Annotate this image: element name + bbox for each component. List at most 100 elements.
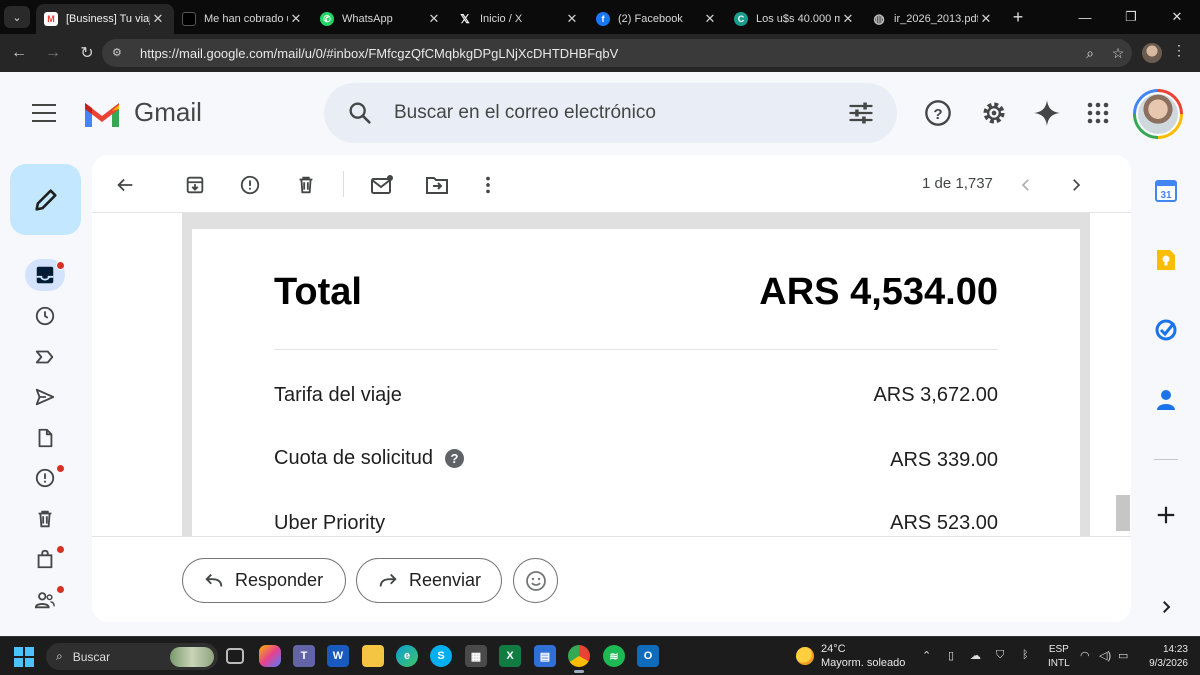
close-icon[interactable]: ✕ (702, 11, 718, 27)
settings-gear-icon[interactable] (979, 98, 1009, 128)
teams-icon[interactable]: T (293, 645, 315, 667)
bookmark-star-icon[interactable]: ☆ (1104, 45, 1132, 62)
edge-icon[interactable]: e (396, 645, 418, 667)
close-icon[interactable]: ✕ (150, 11, 166, 27)
expand-panel-chevron-icon[interactable] (1153, 594, 1179, 620)
account-avatar[interactable] (1133, 89, 1183, 139)
spotify-icon[interactable]: ≋ (603, 645, 625, 667)
search-options-icon[interactable] (847, 99, 875, 127)
file-explorer-icon[interactable] (362, 645, 384, 667)
back-to-inbox-icon[interactable] (112, 172, 138, 198)
minimize-icon[interactable]: — (1062, 0, 1108, 34)
delete-icon[interactable] (293, 172, 319, 198)
browser-tab-news[interactable]: C Los u$s 40.000 millo ✕ (726, 4, 864, 34)
bluetooth-icon[interactable]: ᛒ (1022, 649, 1029, 661)
usb-device-icon[interactable]: ▯ (948, 649, 954, 662)
browser-tab-gmail[interactable]: M [Business] Tu viaje U ✕ (36, 4, 174, 34)
apps-grid-icon[interactable] (1083, 98, 1113, 128)
rail-trash[interactable] (25, 503, 65, 535)
close-icon[interactable]: ✕ (426, 11, 442, 27)
mark-unread-icon[interactable] (369, 172, 395, 198)
taskbar-search-box[interactable]: ⌕ Buscar (46, 643, 218, 670)
tab-search-button[interactable]: ⌄ (4, 6, 30, 28)
restore-icon[interactable]: ❐ (1108, 0, 1154, 34)
layout-code: INTL (1048, 658, 1070, 669)
browser-tab-whatsapp[interactable]: ✆ WhatsApp ✕ (312, 4, 450, 34)
gemini-sparkle-icon[interactable] (1032, 98, 1062, 128)
rail-important[interactable] (25, 341, 65, 373)
browser-tab-pdf[interactable]: ◍ ir_2026_2013.pdf ✕ (864, 4, 1002, 34)
word-icon[interactable]: W (327, 645, 349, 667)
more-options-icon[interactable] (475, 172, 501, 198)
copilot-icon[interactable] (259, 645, 281, 667)
new-tab-button[interactable]: + (1006, 7, 1030, 28)
back-arrow-icon[interactable]: ← (4, 38, 34, 68)
volume-icon[interactable]: ◁) (1099, 649, 1111, 662)
svg-text:?: ? (933, 106, 942, 123)
rail-sent[interactable] (25, 381, 65, 413)
site-info-icon[interactable]: ⚙ (112, 46, 128, 60)
browser-menu-icon[interactable]: ⋮ (1172, 42, 1186, 59)
close-icon[interactable]: ✕ (840, 11, 856, 27)
tray-overflow-chevron-icon[interactable]: ⌃ (922, 649, 931, 662)
main-menu-icon[interactable] (32, 104, 56, 122)
tasks-icon[interactable] (1153, 317, 1179, 343)
calendar-app-icon[interactable]: ▤ (534, 645, 556, 667)
keep-notes-icon[interactable] (1153, 247, 1179, 273)
rail-snoozed[interactable] (25, 300, 65, 332)
forward-arrow-icon (377, 570, 399, 592)
keyboard-language[interactable]: ESP INTL (1048, 643, 1070, 671)
mail-search-bar[interactable]: Buscar en el correo electrónico (324, 83, 897, 143)
zoom-icon[interactable]: ⌕ (1076, 45, 1104, 62)
purchases-badge (56, 545, 65, 554)
address-bar[interactable]: ⚙ https://mail.google.com/mail/u/0/#inbo… (102, 39, 1132, 67)
browser-profile-avatar[interactable] (1142, 43, 1162, 63)
contacts-icon[interactable] (1153, 387, 1179, 413)
help-icon[interactable]: ? (923, 98, 953, 128)
message-scrollbar-thumb[interactable] (1116, 495, 1130, 531)
browser-tab-2[interactable]: Me han cobrado un ✕ (174, 4, 312, 34)
newer-chevron-right-icon[interactable] (1063, 172, 1089, 198)
close-window-icon[interactable]: ✕ (1154, 0, 1200, 34)
excel-icon[interactable]: X (499, 645, 521, 667)
forward-arrow-icon[interactable]: → (38, 38, 68, 68)
chrome-icon[interactable] (568, 645, 590, 673)
move-to-folder-icon[interactable] (424, 172, 450, 198)
wifi-icon[interactable]: ◠ (1080, 649, 1090, 662)
compose-button[interactable] (10, 164, 81, 235)
clock-icon (35, 306, 55, 326)
system-clock[interactable]: 14:23 9/3/2026 (1144, 643, 1188, 671)
browser-tab-x[interactable]: 𝕏 Inicio / X ✕ (450, 4, 588, 34)
reply-button[interactable]: Responder (182, 558, 346, 603)
add-addon-plus-icon[interactable] (1153, 502, 1179, 528)
windows-start-icon[interactable] (14, 647, 34, 667)
fee-row-label: Cuota de solicitud ? (274, 447, 464, 470)
calculator-icon[interactable]: ▦ (465, 645, 487, 667)
outlook-icon[interactable]: O (637, 645, 659, 667)
close-icon[interactable]: ✕ (978, 11, 994, 27)
rail-drafts[interactable] (25, 422, 65, 454)
emoji-reaction-button[interactable] (513, 558, 558, 603)
task-view-icon[interactable] (226, 648, 244, 664)
tab-title: WhatsApp (342, 13, 393, 25)
close-icon[interactable]: ✕ (564, 11, 580, 27)
lang-code: ESP (1048, 644, 1069, 655)
search-icon[interactable] (346, 99, 374, 127)
older-chevron-left-icon[interactable] (1013, 172, 1039, 198)
battery-icon[interactable]: ▭ (1118, 649, 1128, 662)
fare-amount: ARS 3,672.00 (873, 384, 998, 406)
weather-widget[interactable]: 24°C Mayorm. soleado (796, 642, 905, 670)
reload-icon[interactable]: ↻ (72, 38, 102, 68)
report-spam-icon[interactable] (237, 172, 263, 198)
onedrive-icon[interactable]: ☁ (970, 649, 981, 662)
skype-icon[interactable]: S (430, 645, 452, 667)
forward-button[interactable]: Reenviar (356, 558, 502, 603)
browser-toolbar: ← → ↻ ⚙ https://mail.google.com/mail/u/0… (0, 34, 1200, 72)
close-icon[interactable]: ✕ (288, 11, 304, 27)
calendar-icon[interactable]: 31 (1153, 178, 1179, 204)
archive-icon[interactable] (182, 172, 208, 198)
email-body-frame: Total ARS 4,534.00 Tarifa del viaje ARS … (182, 213, 1090, 536)
browser-tab-facebook[interactable]: f (2) Facebook ✕ (588, 4, 726, 34)
help-circle-icon[interactable]: ? (444, 449, 464, 468)
clock-time: 14:23 (1162, 644, 1188, 655)
